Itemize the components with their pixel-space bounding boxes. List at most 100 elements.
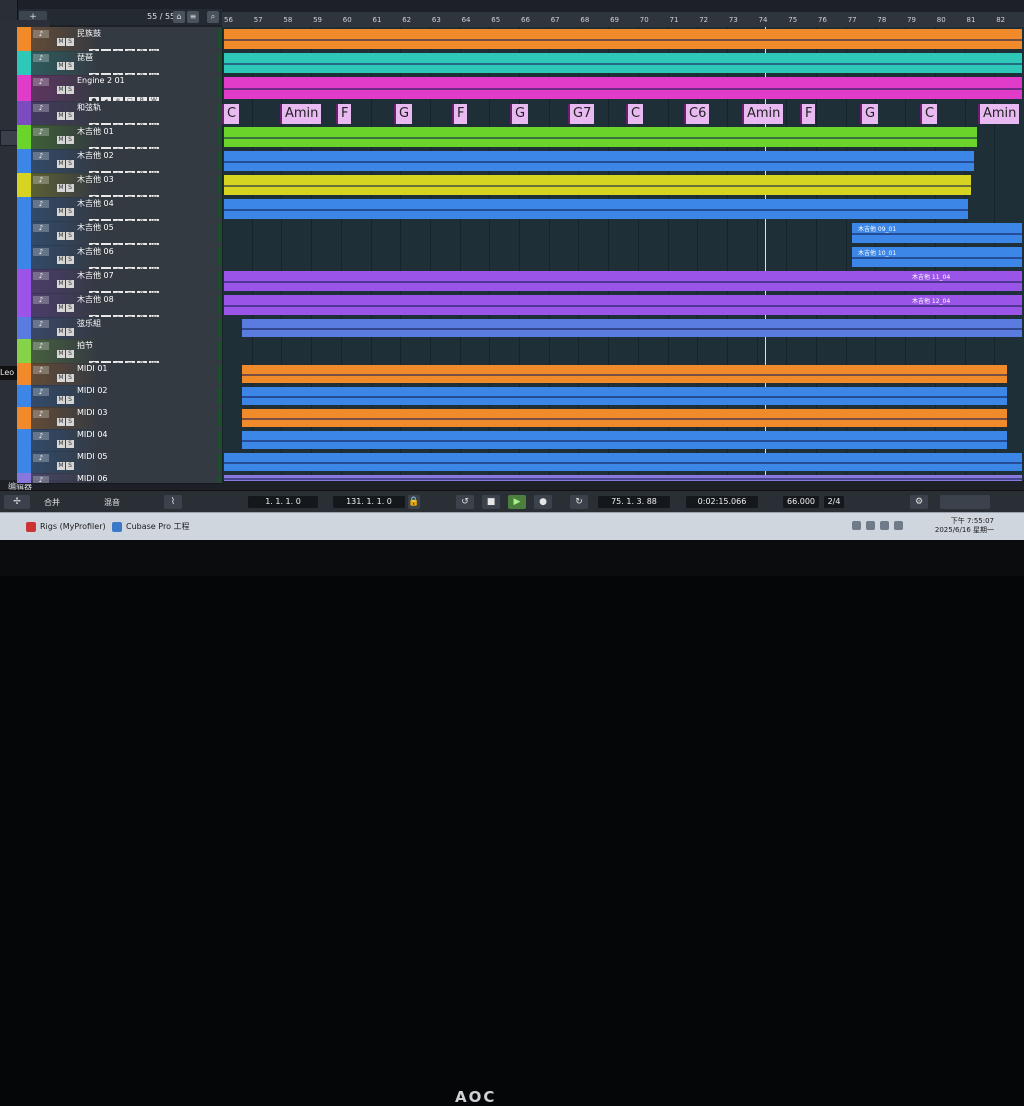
position-bars[interactable]: 75. 1. 3. 88 [598,496,670,508]
chord-event[interactable]: C [626,104,643,124]
mute-solo-buttons[interactable]: MS [57,246,75,265]
track-header[interactable]: ♪MSMIDI 04●◂e▢RW [17,429,222,452]
track-lane[interactable] [222,363,1024,385]
position-time[interactable]: 0:02:15.066 [686,496,758,508]
mute-solo-buttons[interactable]: MS [57,270,75,289]
audio-part[interactable] [224,175,971,195]
zoom-slider[interactable] [940,495,990,509]
track-header[interactable]: ♪MS拍节●◂e▢RW [17,339,222,364]
track-color-bar[interactable] [17,451,31,473]
mute-solo-buttons[interactable]: MS [57,364,75,383]
audio-part[interactable] [224,151,974,171]
mute-solo-buttons[interactable]: MS [57,28,75,47]
signature-field[interactable]: 2/4 [824,496,844,508]
arrange-area[interactable]: CAminFGFGG7CC6AminFGCAmin木吉他 09_01木吉他 10… [222,27,1024,480]
track-name[interactable]: 木吉他 08 [77,294,114,305]
audio-part[interactable] [224,453,1022,471]
audio-part[interactable] [224,475,1022,481]
track-name[interactable]: 木吉他 03 [77,174,114,185]
network-icon[interactable] [852,521,861,530]
track-lane[interactable] [222,317,1024,339]
snap-icon[interactable]: ✢ [4,495,30,509]
audio-part[interactable] [224,271,1022,291]
track-color-bar[interactable] [17,149,31,173]
track-name[interactable]: MIDI 04 [77,430,108,439]
track-header[interactable]: ♪MS和弦轨●◂e▢RW [17,101,222,126]
track-name[interactable]: 木吉他 02 [77,150,114,161]
track-header[interactable]: ♪MS民族鼓●◂e▢RW [17,27,222,52]
chord-event[interactable]: Amin [978,104,1019,124]
track-lane[interactable] [222,125,1024,149]
mute-solo-buttons[interactable]: MS [57,52,75,71]
mute-solo-buttons[interactable]: MS [57,222,75,241]
chord-event[interactable]: F [336,104,351,124]
volume-icon[interactable] [880,521,889,530]
mute-solo-buttons[interactable]: MS [57,318,75,337]
settings-icon[interactable]: ⚙ [910,495,928,509]
track-name[interactable]: MIDI 06 [77,474,108,483]
audio-part[interactable] [224,295,1022,315]
chord-event[interactable]: Amin [280,104,321,124]
chord-event[interactable]: C [222,104,239,124]
track-lane[interactable]: CAminFGFGG7CC6AminFGCAmin [222,101,1024,125]
audio-part[interactable] [224,53,1022,73]
chord-event[interactable]: G7 [568,104,594,124]
mute-solo-buttons[interactable]: MS [57,198,75,217]
chord-event[interactable]: G [510,104,528,124]
track-lane[interactable] [222,75,1024,101]
track-color-bar[interactable] [17,125,31,149]
track-header[interactable]: ♪MSMIDI 05●◂e▢RW [17,451,222,474]
track-header[interactable]: ♪MS木吉他 05●◂e▢RW [17,221,222,246]
audio-part[interactable] [242,431,1007,449]
language-icon[interactable] [866,521,875,530]
track-color-bar[interactable] [17,51,31,75]
mute-solo-buttons[interactable]: MS [57,386,75,405]
right-locator[interactable]: 131. 1. 1. 0 [333,496,405,508]
track-color-bar[interactable] [17,407,31,429]
mute-solo-buttons[interactable]: MS [57,408,75,427]
track-color-bar[interactable] [17,197,31,221]
chord-event[interactable]: G [860,104,878,124]
track-header[interactable]: ♪MSEngine 2 01●◂e▢RW [17,75,222,102]
audio-part[interactable] [224,127,977,147]
chord-event[interactable]: F [452,104,467,124]
chord-event[interactable]: C [920,104,937,124]
tempo-field[interactable]: 66.000 [783,496,819,508]
track-header[interactable]: ♪MS木吉他 03●◂e▢RW [17,173,222,198]
track-color-bar[interactable] [17,269,31,293]
audio-part[interactable] [242,365,1007,383]
track-lane[interactable]: 木吉他 12_04 [222,293,1024,317]
mix-label[interactable]: 混音 [104,497,120,508]
track-name[interactable]: 民族鼓 [77,28,101,39]
track-color-bar[interactable] [17,173,31,197]
left-locator[interactable]: 1. 1. 1. 0 [248,496,318,508]
track-name[interactable]: MIDI 03 [77,408,108,417]
chord-event[interactable]: Amin [742,104,783,124]
track-header[interactable]: ♪MS木吉他 08●◂e▢RW [17,293,222,318]
mute-solo-buttons[interactable]: MS [57,340,75,359]
track-name[interactable]: 木吉他 07 [77,270,114,281]
audio-part[interactable] [224,199,968,219]
track-name[interactable]: 和弦轨 [77,102,101,113]
track-color-bar[interactable] [17,245,31,269]
mute-solo-buttons[interactable]: MS [57,76,75,95]
track-name[interactable]: 弦乐組 [77,318,101,329]
track-lane[interactable] [222,451,1024,473]
mute-solo-buttons[interactable]: MS [57,150,75,169]
track-color-bar[interactable] [17,317,31,339]
track-lane[interactable] [222,407,1024,429]
chord-event[interactable]: G [394,104,412,124]
list-icon[interactable]: ≡ [187,11,199,23]
track-name[interactable]: Engine 2 01 [77,76,125,85]
track-lane[interactable] [222,473,1024,483]
track-color-bar[interactable] [17,75,31,101]
track-header[interactable]: ♪MSMIDI 03●◂e▢RW [17,407,222,430]
track-lane[interactable]: 木吉他 10_01 [222,245,1024,269]
track-lane[interactable]: 木吉他 09_01 [222,221,1024,245]
mute-solo-buttons[interactable]: MS [57,452,75,471]
track-header[interactable]: ♪MS琵琶●◂e▢RW [17,51,222,76]
track-color-bar[interactable] [17,473,31,483]
play-button[interactable]: ▶ [508,495,526,509]
mute-solo-buttons[interactable]: MS [57,474,75,484]
mute-solo-buttons[interactable]: MS [57,430,75,449]
